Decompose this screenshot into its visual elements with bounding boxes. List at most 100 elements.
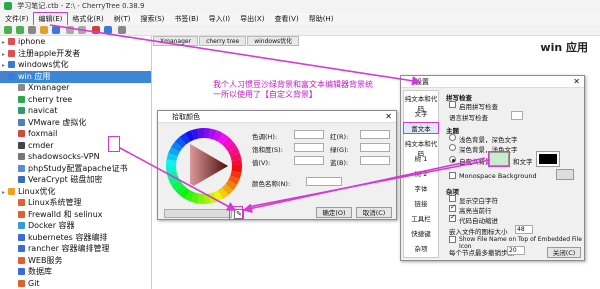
tree-node[interactable]: foxmail	[0, 128, 151, 140]
tree-node[interactable]: WEB服务	[0, 255, 151, 267]
theme-light-radio[interactable]	[449, 134, 456, 141]
prefs-nav-item[interactable]: 文字	[404, 108, 438, 118]
tree-node[interactable]: 数据库	[0, 266, 151, 278]
monospace-bg-checkbox[interactable]	[449, 172, 456, 179]
close-icon[interactable]: ✕	[385, 111, 392, 123]
tab-windows[interactable]: windows优化	[247, 36, 300, 46]
menu-tree[interactable]: 树(T)	[109, 13, 136, 25]
tree-node-label: cherry tree	[28, 94, 73, 104]
highlight-line-checkbox[interactable]	[449, 203, 456, 212]
tree-node[interactable]: Linux系统管理	[0, 197, 151, 209]
theme-custom-radio[interactable]	[449, 156, 456, 163]
tree-node[interactable]: kubernetes 容器编排	[0, 232, 151, 244]
show-filename-checkbox[interactable]	[449, 236, 456, 243]
prefs-nav-item[interactable]: 杂项	[404, 243, 438, 253]
spell-lang-select[interactable]	[511, 111, 523, 120]
close-icon[interactable]: ✕	[573, 76, 580, 88]
spell-check-checkbox[interactable]	[449, 101, 456, 108]
search-icon[interactable]	[92, 26, 100, 34]
red-input[interactable]	[360, 130, 390, 139]
prefs-nav-item[interactable]: 链接	[404, 198, 438, 208]
tree-node[interactable]: cmder	[0, 140, 151, 152]
prefs-nav-item[interactable]: 快捷键	[404, 228, 438, 238]
tree-node[interactable]: VMware 虚拟化	[0, 117, 151, 129]
tree-node[interactable]: shadowsocks-VPN	[0, 151, 151, 163]
code-autoindent-checkbox[interactable]	[449, 213, 456, 222]
edit-node-icon[interactable]	[28, 26, 36, 34]
blue-input[interactable]	[360, 156, 390, 165]
custom-text-color-button[interactable]	[536, 151, 560, 167]
node-icon	[18, 118, 25, 126]
new-child-icon[interactable]	[16, 26, 24, 34]
menu-import[interactable]: 导入(I)	[204, 13, 236, 25]
node-icon	[18, 233, 25, 241]
menu-format[interactable]: 格式化(R)	[67, 13, 108, 25]
show-whitespace-checkbox[interactable]	[449, 195, 456, 202]
export-icon[interactable]	[118, 26, 126, 34]
undo-icon[interactable]	[66, 26, 74, 34]
embedded-size-input[interactable]: 48	[515, 225, 533, 234]
cherrytree-window: 学习笔记.ctb - Z:\ - CherryTree 0.38.9 文件(F)…	[0, 0, 600, 289]
color-wheel[interactable]	[164, 126, 244, 206]
prefs-nav-item[interactable]: 工具栏	[404, 213, 438, 223]
spell-check-label: 启用拼写检查	[459, 103, 498, 111]
tab-cherry-tree[interactable]: cherry tree	[199, 36, 247, 46]
hue-input[interactable]	[294, 130, 324, 139]
menu-bookmarks[interactable]: 书签(B)	[169, 13, 203, 25]
save-icon[interactable]	[52, 26, 60, 34]
tree-node[interactable]: Git	[0, 278, 151, 289]
tree-node[interactable]: ▸ windows优化	[0, 59, 151, 71]
redo-icon[interactable]	[78, 26, 86, 34]
node-icon	[18, 199, 25, 206]
green-input[interactable]	[360, 143, 390, 152]
menu-help[interactable]: 帮助(H)	[304, 13, 339, 25]
theme-dark-radio[interactable]	[449, 144, 456, 151]
tree-node[interactable]: cherry tree	[0, 94, 151, 106]
node-icon	[18, 95, 25, 103]
monospace-bg-color-button[interactable]	[556, 169, 574, 180]
new-node-icon[interactable]	[4, 26, 12, 34]
tree-node-label: Linux优化	[18, 186, 56, 196]
tree-node-label: WEB服务	[28, 255, 63, 265]
tree-node[interactable]: VeraCrypt 磁盘加密	[0, 174, 151, 186]
blue-label: 蓝(B):	[330, 159, 349, 167]
bookmark-icon[interactable]	[104, 26, 112, 34]
custom-bg-color-button[interactable]	[488, 151, 510, 167]
annotation-box	[108, 136, 120, 152]
node-icon	[8, 187, 15, 195]
tab-xmanager[interactable]: Xmanager	[153, 36, 199, 46]
tree-node[interactable]: ▸ Linux优化	[0, 186, 151, 198]
tree-node[interactable]: phpStudy配置apache证书	[0, 163, 151, 175]
tree-node[interactable]: Docker 容器	[0, 220, 151, 232]
color-name-input[interactable]	[306, 177, 342, 186]
tree-node[interactable]: ▸ win 应用	[0, 70, 151, 83]
tree-node[interactable]: navicat	[0, 105, 151, 117]
prefs-nav-item[interactable]: 字体	[404, 183, 438, 193]
tree-node[interactable]: Frewalld 和 selinux	[0, 209, 151, 221]
tree-node[interactable]: ▸ iphone	[0, 36, 151, 48]
node-tree[interactable]: ▸ iphone ▸ 注册apple开发者 ▸ windows优化 ▸ win 应用 Xmana…	[0, 36, 152, 289]
menu-file[interactable]: 文件(F)	[0, 13, 34, 25]
prefs-nav-item[interactable]: 树 1	[404, 153, 438, 163]
cancel-button[interactable]: 取消(C)	[356, 207, 392, 218]
menu-edit[interactable]: 编辑(E)	[32, 12, 69, 26]
prefs-nav-item[interactable]: 富文本	[403, 122, 439, 134]
node-icon	[18, 176, 25, 183]
value-input[interactable]	[294, 156, 324, 165]
preferences-title: 设置	[415, 78, 429, 86]
tree-node[interactable]: Xmanager	[0, 82, 151, 94]
menu-export[interactable]: 导出(X)	[235, 13, 269, 25]
saturation-input[interactable]	[294, 143, 324, 152]
tree-node[interactable]: rancher 容器编排管理	[0, 243, 151, 255]
ok-button[interactable]: 确定(O)	[316, 207, 352, 218]
open-icon[interactable]	[40, 26, 48, 34]
prefs-nav-item[interactable]: 树 2	[404, 168, 438, 178]
tree-node-label: iphone	[18, 37, 46, 46]
menu-view[interactable]: 查看(V)	[269, 13, 303, 25]
undo-limit-input[interactable]: 20	[507, 246, 525, 255]
menu-search[interactable]: 搜索(S)	[135, 13, 169, 25]
highlight-line-label: 高亮当前行	[459, 207, 492, 215]
close-button[interactable]: 关闭(C)	[547, 247, 581, 258]
node-icon	[18, 245, 25, 252]
tree-node[interactable]: ▸ 注册apple开发者	[0, 48, 151, 60]
